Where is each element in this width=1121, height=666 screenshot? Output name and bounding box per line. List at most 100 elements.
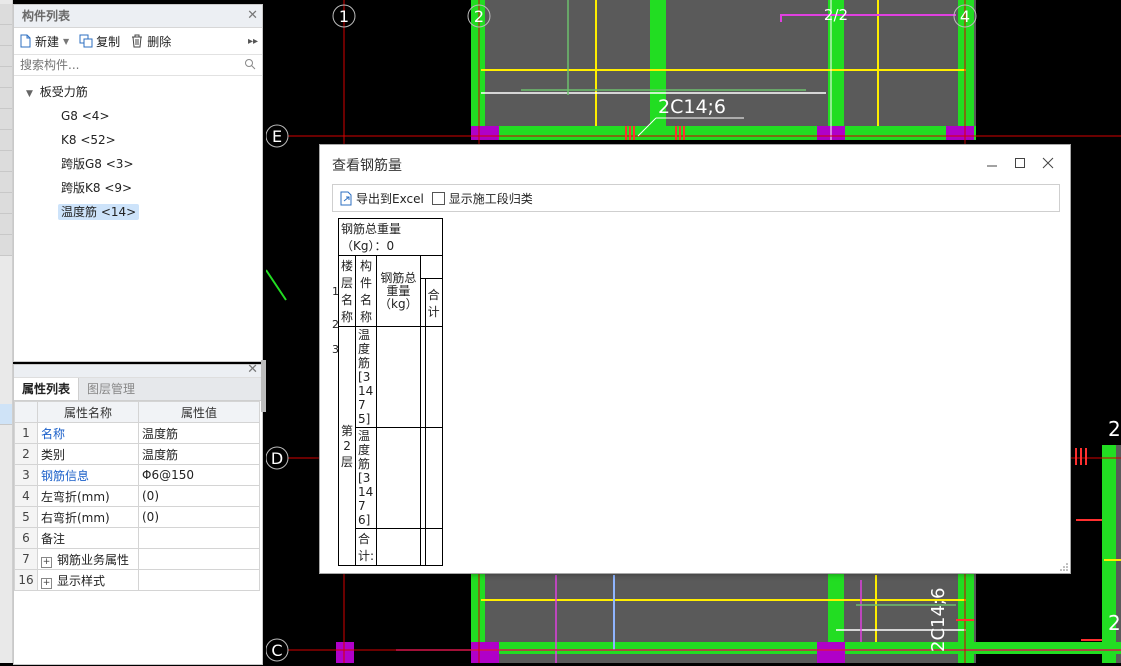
panel-title-text: 构件列表 [22, 9, 71, 23]
tree-item[interactable]: 跨版G8 <3> [14, 152, 262, 176]
search-icon[interactable] [244, 58, 256, 70]
component-cell[interactable]: 温度筋[31475] [355, 326, 378, 428]
property-value [138, 548, 260, 570]
tree-item-label[interactable]: 温度筋 <14> [58, 204, 140, 220]
chevron-down-icon[interactable]: ▼ [63, 37, 69, 46]
copy-button[interactable]: 复制 [79, 33, 120, 50]
table-row[interactable]: 3 钢筋信息 Φ6@150 [14, 464, 260, 486]
table-row[interactable]: 1 名称 温度筋 [14, 422, 260, 444]
new-button[interactable]: 新建 ▼ [18, 33, 69, 50]
col-header-weight[interactable]: 钢筋总重量（kg） [376, 255, 421, 327]
property-tabs: 属性列表 图层管理 [14, 378, 262, 401]
dock-cell[interactable] [0, 109, 12, 130]
delete-label: 删除 [147, 34, 172, 49]
component-tree: ▼ 板受力筋 G8 <4> K8 <52> 跨版G8 <3> 跨版K8 <9> … [14, 76, 262, 224]
copy-label: 复制 [96, 34, 121, 49]
property-value[interactable]: Φ6@150 [138, 464, 260, 486]
tree-item[interactable]: 跨版K8 <9> [14, 176, 262, 200]
axis-label-D: D [271, 449, 283, 468]
property-value[interactable]: 温度筋 [138, 422, 260, 444]
table-row-group[interactable]: 7 + 钢筋业务属性 [14, 548, 260, 570]
property-name: 左弯折(mm) [37, 485, 139, 507]
tree-item-label[interactable]: 跨版K8 <9> [58, 180, 135, 196]
col-header-sum[interactable]: 合计 [424, 278, 443, 327]
table-row[interactable]: 4 左弯折(mm) (0) [14, 485, 260, 507]
sum-cell[interactable] [424, 326, 443, 428]
show-construction-checkbox[interactable]: 显示施工段归类 [431, 190, 533, 207]
property-value[interactable]: 温度筋 [138, 443, 260, 465]
total-label-cell[interactable]: 合计: [355, 528, 378, 566]
dock-cell[interactable] [0, 67, 12, 88]
col-header-component[interactable]: 构件名称 [355, 255, 378, 327]
expand-icon[interactable]: + [41, 556, 52, 568]
maximize-button[interactable] [1006, 154, 1034, 172]
component-cell[interactable]: 温度筋[31476] [355, 427, 378, 529]
weight-cell[interactable] [376, 326, 421, 428]
dock-cell[interactable] [0, 235, 12, 256]
property-value[interactable]: (0) [138, 485, 260, 507]
minimize-button[interactable] [978, 154, 1006, 172]
weight-cell[interactable] [376, 528, 421, 566]
view-rebar-dialog: 查看钢筋量 导出到Excel 显示施工段归类 1 2 3 钢筋总重量（Kg）：0… [319, 144, 1071, 574]
dialog-title: 查看钢筋量 [332, 158, 402, 174]
col-header-floor[interactable]: 楼层名称 [337, 255, 357, 327]
sum-cell[interactable] [424, 528, 443, 566]
more-icon[interactable]: ▸▸ [248, 36, 258, 47]
tree-item[interactable]: K8 <52> [14, 128, 262, 152]
checkbox-box[interactable] [431, 191, 445, 205]
row-number: 7 [14, 548, 38, 570]
export-icon [340, 191, 352, 205]
property-value[interactable]: (0) [138, 506, 260, 528]
left-dock-strip [0, 0, 13, 663]
dock-cell[interactable] [0, 88, 12, 109]
tab-property-list[interactable]: 属性列表 [14, 378, 80, 400]
rebar-annotation-vertical: 2C14;6 [928, 588, 949, 652]
table-row[interactable]: 5 右弯折(mm) (0) [14, 506, 260, 528]
table-row[interactable]: 6 备注 [14, 527, 260, 549]
search-box [14, 55, 262, 76]
table-row-group[interactable]: 16 + 显示样式 [14, 569, 260, 591]
floor-cell[interactable]: 第2层 [337, 326, 357, 566]
total-weight-cell[interactable]: 钢筋总重量（Kg）：0 [338, 218, 443, 256]
table-row[interactable]: 2 类别 温度筋 [14, 443, 260, 465]
expand-icon[interactable]: + [41, 577, 52, 589]
tab-layer-management[interactable]: 图层管理 [79, 378, 143, 400]
weight-cell[interactable] [376, 427, 421, 529]
dock-cell-selected[interactable] [0, 404, 12, 425]
close-button[interactable] [1034, 154, 1062, 172]
axis-label-E: E [272, 127, 282, 146]
tree-root[interactable]: ▼ 板受力筋 [14, 80, 262, 104]
tree-item-label[interactable]: K8 <52> [58, 132, 119, 148]
tree-item-selected[interactable]: 温度筋 <14> [14, 200, 262, 224]
component-list-panel: 构件列表 ✕ 新建 ▼ 复制 删除 ▸▸ ▼ 板受力筋 G8 <4> K8 <5… [13, 4, 263, 362]
rebar-annotation: 2C14;6 [658, 96, 726, 118]
delete-button[interactable]: 删除 [130, 33, 171, 50]
resize-grip-icon[interactable] [1060, 563, 1068, 571]
axis-label-2: 2 [474, 7, 484, 26]
dialog-toolbar: 导出到Excel 显示施工段归类 [332, 184, 1060, 212]
row-number: 3 [14, 464, 38, 486]
close-icon [1042, 157, 1054, 169]
property-value[interactable] [138, 527, 260, 549]
export-excel-button[interactable]: 导出到Excel [339, 190, 424, 207]
dock-cell[interactable] [0, 4, 12, 25]
sum-cell[interactable] [424, 427, 443, 529]
dock-cell[interactable] [0, 25, 12, 46]
close-icon[interactable]: ✕ [247, 5, 258, 27]
window-controls [978, 154, 1062, 172]
dock-cell[interactable] [0, 172, 12, 193]
col-header-blank[interactable] [419, 254, 443, 280]
dock-cell[interactable] [0, 151, 12, 172]
tree-item-label[interactable]: 跨版G8 <3> [58, 156, 137, 172]
dock-cell[interactable] [0, 46, 12, 67]
caret-down-icon[interactable]: ▼ [26, 82, 33, 106]
axis-label-1: 1 [339, 7, 349, 26]
dock-cell[interactable] [0, 130, 12, 151]
minimize-icon [987, 165, 997, 167]
tree-item-label[interactable]: G8 <4> [58, 108, 113, 124]
search-input[interactable] [18, 55, 232, 75]
dock-cell[interactable] [0, 193, 12, 214]
close-icon[interactable]: ✕ [247, 362, 258, 377]
tree-item[interactable]: G8 <4> [14, 104, 262, 128]
dock-cell[interactable] [0, 214, 12, 235]
